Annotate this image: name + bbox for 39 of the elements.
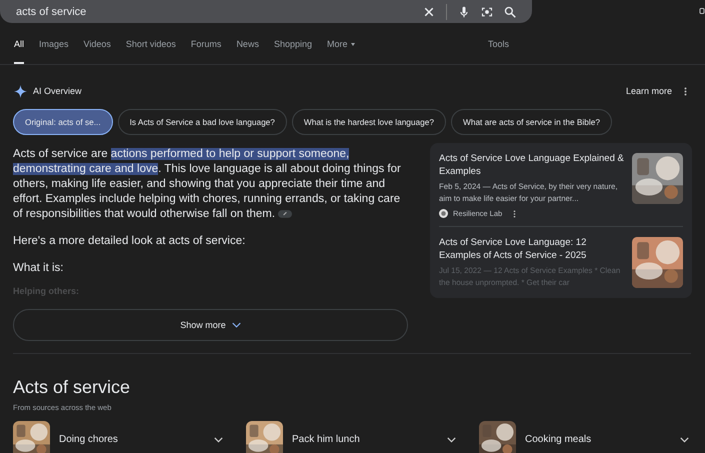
tab[interactable]: Short videos [126,24,176,64]
search-field[interactable]: acts of service [0,0,532,23]
source-title[interactable]: Acts of Service Love Language Explained & Examples [439,153,624,178]
microphone-icon[interactable] [458,6,470,18]
chevron-down-icon[interactable] [214,436,223,442]
answer-text: Acts of service are actions performed to help or support someone, demonstrating care and love. This love language is all about doing things for others, making life easier, and showing that you appreciate their time and effort. Examples include helping with chores, running errands, or taking care of responsibilities that would otherwise fall on them. [13,147,402,222]
item-label[interactable]: Cooking meals [525,434,680,445]
chip[interactable]: Original: acts of se... [13,109,113,135]
tab[interactable]: All [14,24,24,64]
more-options-icon[interactable] [513,210,516,218]
more-options-icon[interactable] [684,86,687,96]
tools-button[interactable]: Tools [488,24,509,64]
sparkle-icon [14,84,27,98]
close-icon[interactable] [423,6,435,18]
chevron-down-icon [232,322,241,328]
item-label[interactable]: Doing chores [59,434,214,445]
tab[interactable]: Images [39,24,69,64]
chip[interactable]: What are acts of service in the Bible? [451,109,612,135]
tab[interactable]: Shopping [274,24,312,64]
chip[interactable]: Is Acts of Service a bad love language? [118,109,287,135]
body-text: Here's a more detailed look at acts of service: [13,234,246,249]
search-icon[interactable] [504,6,516,18]
tab[interactable]: Videos [84,24,111,64]
chip[interactable]: What is the hardest love language? [292,109,446,135]
body-text: What it is: [13,261,64,276]
camera-icon[interactable] [481,6,493,18]
item-label[interactable]: Pack him lunch [292,434,447,445]
tab[interactable]: Forums [190,24,222,64]
chevron-down-icon[interactable] [680,436,689,442]
section-title: AI Overview [33,86,82,96]
link-icon[interactable] [278,210,292,218]
site-logo-icon [439,209,448,218]
source-title[interactable]: Acts of Service Love Language: 12 Examples of Acts of Service - 2025 [439,237,624,262]
chevron-down-icon[interactable] [447,436,456,442]
section-heading: Acts of service [13,377,132,398]
tab[interactable]: More [327,24,355,64]
show-more-button[interactable]: Show more [13,309,408,341]
learn-more-link[interactable]: Learn more [626,86,672,96]
tab[interactable]: News [236,24,259,64]
